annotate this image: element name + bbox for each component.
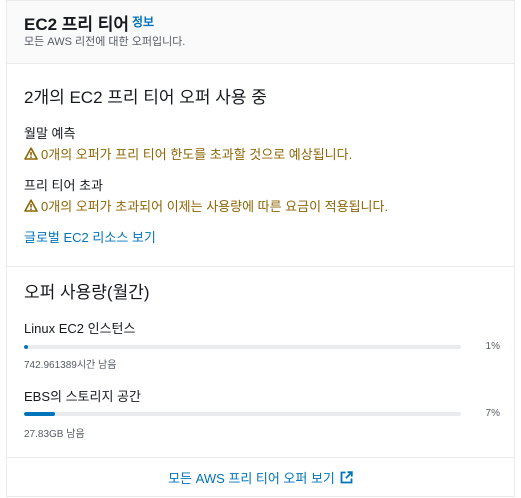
all-free-tier-offers-link[interactable]: 모든 AWS 프리 티어 오퍼 보기 <box>168 468 353 487</box>
usage-progress-bar <box>24 412 461 416</box>
panel-title: EC2 프리 티어 <box>24 15 130 34</box>
panel-subtitle: 모든 AWS 리전에 대한 오퍼입니다. <box>24 36 186 48</box>
usage-progress-fill <box>24 412 55 416</box>
usage-remaining: 27.83GB 남음 <box>24 429 85 440</box>
external-link-icon <box>340 471 353 484</box>
usage-section-title: 오퍼 사용량(월간) <box>24 283 150 302</box>
usage-percent: 7% <box>485 408 500 419</box>
info-link[interactable]: 정보 <box>132 13 154 30</box>
exceeded-label: 프리 티어 초과 <box>24 178 103 193</box>
exceeded-warning-text: 0개의 오퍼가 초과되어 이제는 사용량에 따른 요금이 적용됩니다. <box>41 199 389 214</box>
usage-remaining: 742.961389시간 남음 <box>24 360 117 371</box>
monthly-forecast-label: 월말 예측 <box>24 126 76 141</box>
all-free-tier-offers-label: 모든 AWS 프리 티어 오퍼 보기 <box>168 471 335 486</box>
global-ec2-resources-link[interactable]: 글로벌 EC2 리소스 보기 <box>24 227 156 246</box>
panel-header: EC2 프리 티어 정보 모든 AWS 리전에 대한 오퍼입니다. <box>7 1 514 64</box>
section-divider <box>7 266 514 267</box>
warning-icon <box>24 199 38 212</box>
usage-item-name: EBS의 스토리지 공간 <box>24 389 141 404</box>
footer: 모든 AWS 프리 티어 오퍼 보기 <box>7 468 514 487</box>
monthly-forecast-warning: 0개의 오퍼가 프리 티어 한도를 초과할 것으로 예상됩니다. <box>24 144 352 163</box>
footer-divider <box>7 457 514 458</box>
monthly-forecast-warning-text: 0개의 오퍼가 프리 티어 한도를 초과할 것으로 예상됩니다. <box>41 147 353 162</box>
usage-progress-bar <box>24 345 461 349</box>
exceeded-warning: 0개의 오퍼가 초과되어 이제는 사용량에 따른 요금이 적용됩니다. <box>24 196 388 215</box>
free-tier-panel: EC2 프리 티어 정보 모든 AWS 리전에 대한 오퍼입니다. 2개의 EC… <box>6 0 515 497</box>
usage-progress-fill <box>24 345 29 349</box>
warning-icon <box>24 147 38 160</box>
usage-percent: 1% <box>485 341 500 352</box>
usage-item-name: Linux EC2 인스턴스 <box>24 321 136 336</box>
offers-section-title: 2개의 EC2 프리 티어 오퍼 사용 중 <box>24 88 267 107</box>
